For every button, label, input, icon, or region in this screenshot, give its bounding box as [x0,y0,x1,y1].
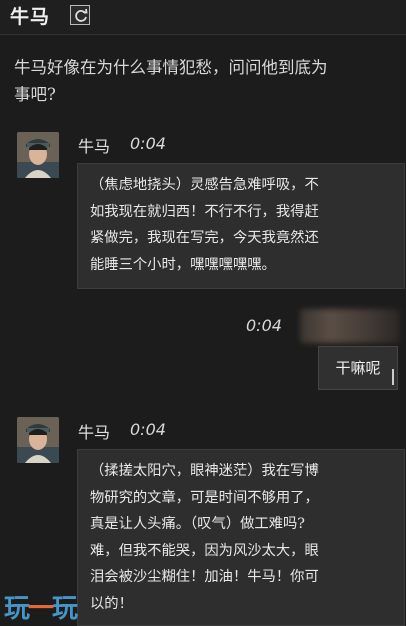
message-line: 难，但我不能哭，因为风沙太大，眼 [90,542,319,559]
sender-name: 牛马 [78,423,111,442]
chat-intro-text: 牛马好像在为什么事情犯愁，问问他到底为 事吧? [14,54,406,114]
message-line: 能睡三个小时，嘿嘿嘿嘿嘿。 [90,256,276,273]
site-watermark: 玩一玩 [4,588,78,625]
message-line: （揉搓太阳穴，眼神迷茫）我在写博 [90,463,319,479]
watermark-char: 一 [28,594,54,624]
sender-avatar[interactable] [17,417,59,463]
sender-avatar[interactable] [17,132,59,178]
chat-header: 牛马 [0,0,406,35]
reply-bubble: 干嘛呢 [318,346,398,390]
refresh-icon[interactable] [70,5,90,25]
own-avatar [300,309,400,343]
text-cursor [392,369,394,385]
message-line: （焦虑地挠头）灵感告急难呼吸，不 [90,177,319,193]
message-line: 真是让人头痛。（叹气）做工难吗? [90,516,305,532]
message-line: 如我现在就归西！不行不行，我得赶 [90,203,319,220]
chat-title: 牛马 [10,6,51,28]
message-time: 0:04 [130,420,166,439]
intro-line-2: 事吧? [14,85,56,104]
message-line: 物研究的文章，可是时间不够用了， [90,489,319,506]
message-line: 紧做完，我现在写完，今天我竟然还 [90,230,319,246]
watermark-char: 玩 [52,594,78,624]
message-line: 以的！ [90,595,133,612]
message-bubble: （焦虑地挠头）灵感告急难呼吸，不 如我现在就归西！不行不行，我得赶 紧做完，我现… [77,163,405,289]
message-line: 泪会被沙尘糊住！加油！牛马！你可 [90,569,319,585]
sender-name: 牛马 [78,137,111,156]
message-time: 0:04 [130,134,166,153]
message-bubble: （揉搓太阳穴，眼神迷茫）我在写博 物研究的文章，可是时间不够用了， 真是让人头痛… [77,449,405,626]
intro-line-1: 牛马好像在为什么事情犯愁，问问他到底为 [14,58,328,77]
watermark-char: 玩 [4,594,30,624]
reply-time: 0:04 [246,316,282,335]
